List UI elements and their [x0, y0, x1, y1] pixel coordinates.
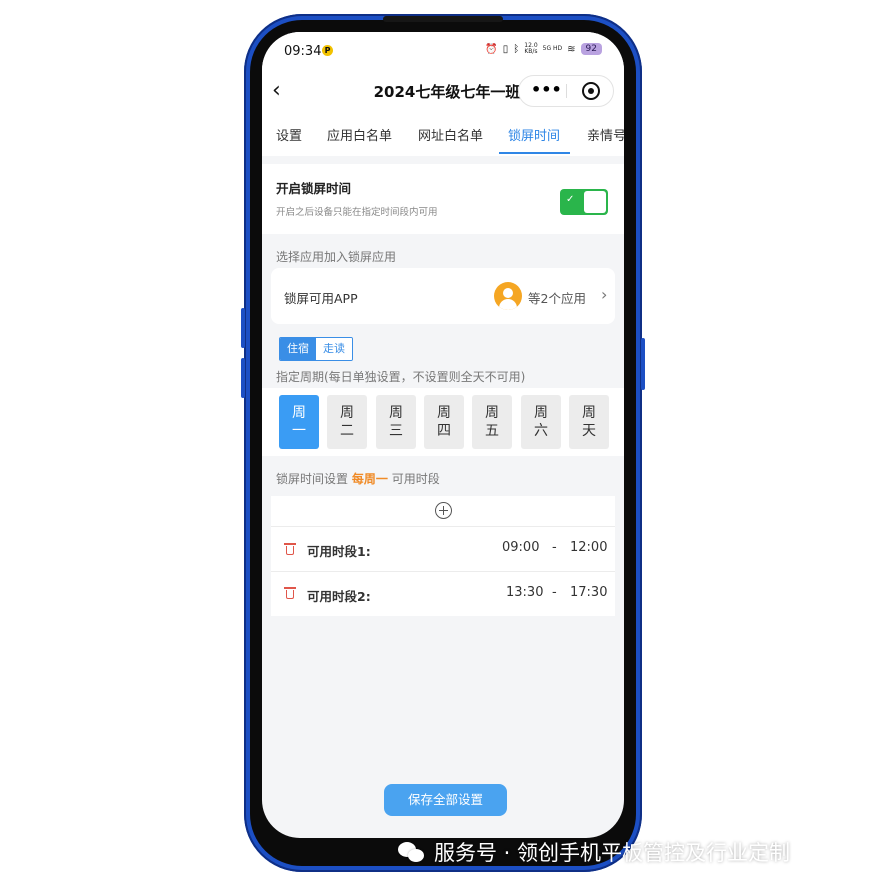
day-button-wed[interactable]: 周三 — [376, 395, 416, 449]
tab-family-number[interactable]: 亲情号 — [587, 125, 624, 144]
status-time: 09:34 — [284, 44, 322, 59]
student-mode-toggle: 住宿 走读 — [279, 337, 353, 361]
phone-speaker — [383, 16, 503, 22]
user-avatar-icon — [494, 282, 522, 310]
tab-lock-time[interactable]: 锁屏时间 — [508, 125, 560, 144]
wifi-icon: ≋ — [567, 43, 576, 55]
close-target-icon[interactable] — [582, 82, 600, 100]
schedule-label-suffix: 可用时段 — [391, 472, 440, 486]
tab-bar: 设置 应用白名单 网址白名单 锁屏时间 亲情号 — [262, 112, 624, 156]
capsule-divider — [566, 84, 567, 98]
period-start-time[interactable]: 09:00 — [502, 540, 539, 555]
add-period-icon[interactable] — [435, 502, 452, 519]
trash-icon[interactable] — [284, 587, 296, 599]
net-speed: 12.0 KB/s — [524, 43, 537, 55]
period-label: 可用时段1: — [307, 544, 371, 559]
period-label: 可用时段2: — [307, 589, 371, 604]
mode-day-button[interactable]: 走读 — [316, 338, 352, 360]
week-section-label: 指定周期(每日单独设置，不设置则全天不可用) — [276, 370, 526, 384]
net-speed-unit: KB/s — [524, 48, 538, 55]
day-button-thu[interactable]: 周四 — [424, 395, 464, 449]
signal-label: 5G HD — [542, 45, 563, 52]
watermark-text: 服务号 · 领创手机平板管控及行业定制 — [434, 841, 791, 865]
period-card: 可用时段1: 09:00 - 12:00 可用时段2: 13:30 - 17:3… — [271, 496, 615, 616]
period-start-time[interactable]: 13:30 — [506, 585, 543, 600]
status-bar: 09:34 P ⏰ ▯ ᛒ 12.0 KB/s 5G HD ≋ 92 — [262, 32, 624, 72]
day-button-sun[interactable]: 周天 — [569, 395, 609, 449]
tab-url-whitelist[interactable]: 网址白名单 — [418, 125, 483, 144]
lock-time-card: 开启锁屏时间 开启之后设备只能在指定时间段内可用 ✓ — [262, 164, 624, 234]
mini-program-capsule: ••• — [518, 75, 614, 107]
save-all-button[interactable]: 保存全部设置 — [384, 784, 507, 816]
status-icons: ⏰ ▯ ᛒ 12.0 KB/s 5G HD ≋ 92 — [485, 43, 602, 55]
phone-side-button — [241, 358, 245, 398]
nav-bar: ‹ 2024七年级七年一班 ••• — [262, 72, 624, 112]
app-section-label: 选择应用加入锁屏应用 — [276, 250, 397, 264]
lock-time-toggle[interactable]: ✓ — [560, 189, 608, 215]
toggle-knob — [584, 191, 606, 213]
lock-time-title: 开启锁屏时间 — [276, 181, 352, 196]
lock-app-count: 等2个应用 — [528, 291, 586, 306]
back-arrow-icon[interactable]: ‹ — [272, 80, 294, 102]
phone-side-button — [241, 308, 245, 348]
schedule-section-label: 锁屏时间设置 每周一 可用时段 — [276, 470, 440, 487]
day-button-fri[interactable]: 周五 — [472, 395, 512, 449]
phone-side-button — [641, 338, 645, 390]
week-selector: 周一 周二 周三 周四 周五 周六 周天 — [262, 388, 624, 456]
tab-app-whitelist[interactable]: 应用白名单 — [327, 125, 392, 144]
period-separator: - — [552, 585, 557, 600]
lock-app-label: 锁屏可用APP — [284, 291, 358, 306]
alarm-icon: ⏰ — [485, 43, 498, 55]
check-icon: ✓ — [566, 194, 575, 205]
schedule-label-prefix: 锁屏时间设置 — [276, 472, 349, 486]
period-end-time[interactable]: 17:30 — [570, 585, 607, 600]
lock-app-card[interactable]: 锁屏可用APP 等2个应用 › — [271, 268, 615, 324]
day-button-tue[interactable]: 周二 — [327, 395, 367, 449]
more-icon[interactable]: ••• — [531, 81, 562, 99]
wechat-icon — [398, 840, 426, 864]
phone-screen: 09:34 P ⏰ ▯ ᛒ 12.0 KB/s 5G HD ≋ 92 ‹ 202… — [262, 32, 624, 838]
day-button-sat[interactable]: 周六 — [521, 395, 561, 449]
period-end-time[interactable]: 12:00 — [570, 540, 607, 555]
vibrate-icon: ▯ — [502, 43, 509, 55]
period-separator: - — [552, 540, 557, 555]
mode-boarding-button[interactable]: 住宿 — [280, 338, 316, 360]
chevron-right-icon: › — [601, 285, 608, 304]
tab-settings[interactable]: 设置 — [276, 125, 302, 144]
divider — [271, 571, 615, 572]
active-tab-underline — [499, 152, 570, 154]
schedule-label-day: 每周一 — [351, 472, 388, 486]
day-button-mon[interactable]: 周一 — [279, 395, 319, 449]
battery-icon: 92 — [580, 43, 602, 55]
divider — [271, 526, 615, 527]
lock-time-description: 开启之后设备只能在指定时间段内可用 — [276, 207, 438, 218]
bluetooth-icon: ᛒ — [513, 43, 520, 55]
trash-icon[interactable] — [284, 543, 296, 555]
watermark: 服务号 · 领创手机平板管控及行业定制 — [398, 836, 790, 868]
notification-badge-icon: P — [322, 45, 333, 56]
